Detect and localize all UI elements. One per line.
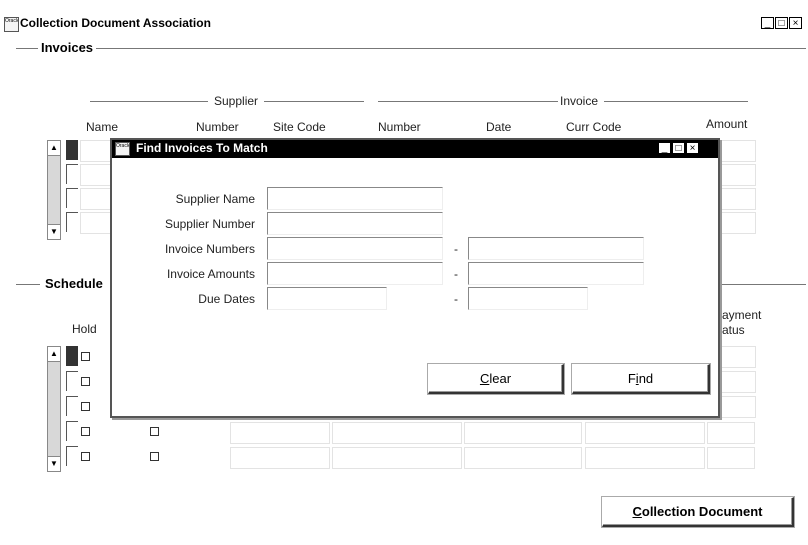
find-button[interactable]: Find <box>572 364 710 394</box>
supplier-name-label: Supplier Name <box>175 192 255 206</box>
supplier-group-line-right <box>264 101 364 102</box>
invoice-name-cell[interactable] <box>80 140 112 162</box>
schedule-cell[interactable] <box>464 422 582 444</box>
schedule-cell[interactable] <box>707 447 755 469</box>
hold-checkbox[interactable] <box>81 352 90 361</box>
schedule-row-selector[interactable] <box>66 346 78 366</box>
hold-checkbox[interactable] <box>81 402 90 411</box>
schedule-cell[interactable] <box>585 422 705 444</box>
supplier-number-input[interactable] <box>267 212 443 235</box>
invoice-amount-cell[interactable] <box>720 212 756 234</box>
schedule-flag-checkbox[interactable] <box>150 427 159 436</box>
col-date: Date <box>486 120 512 134</box>
schedule-cell[interactable] <box>707 422 755 444</box>
supplier-group-line-left <box>90 101 208 102</box>
due-dates-from-input[interactable] <box>267 287 387 310</box>
invoice-amount-cell[interactable] <box>720 140 756 162</box>
supplier-name-input[interactable] <box>267 187 443 210</box>
hold-checkbox[interactable] <box>81 427 90 436</box>
invoice-numbers-from-input[interactable] <box>267 237 443 260</box>
scroll-up-icon[interactable]: ▲ <box>47 140 61 156</box>
schedule-row-selector[interactable] <box>66 371 78 391</box>
payment-status-cell[interactable] <box>720 346 756 368</box>
scroll-down-icon[interactable]: ▼ <box>47 456 61 472</box>
invoice-amount-cell[interactable] <box>720 188 756 210</box>
invoice-row-selector[interactable] <box>66 140 78 160</box>
collection-document-button[interactable]: Collection Document <box>602 497 794 527</box>
invoice-amount-cell[interactable] <box>720 164 756 186</box>
col-site-code: Site Code <box>273 120 326 134</box>
dialog-close-icon[interactable]: × <box>686 142 699 154</box>
dialog-maximize-icon[interactable]: □ <box>672 142 685 154</box>
clear-button[interactable]: Clear <box>428 364 564 394</box>
schedules-section-border-left <box>16 284 40 285</box>
range-separator: - <box>454 292 458 306</box>
schedule-cell[interactable] <box>332 447 462 469</box>
schedule-row-selector[interactable] <box>66 446 78 466</box>
schedules-section-border-right <box>722 284 806 285</box>
invoice-row-selector[interactable] <box>66 212 78 232</box>
hold-checkbox[interactable] <box>81 452 90 461</box>
invoices-section-title: Invoices <box>38 40 97 55</box>
dialog-title: Find Invoices To Match <box>136 141 268 155</box>
find-invoices-dialog: Oracle Find Invoices To Match _ □ × Supp… <box>110 138 720 418</box>
col-name: Name <box>86 120 119 134</box>
col-curr-code: Curr Code <box>566 120 622 134</box>
payment-status-cell[interactable] <box>720 371 756 393</box>
schedule-cell[interactable] <box>332 422 462 444</box>
schedule-cell[interactable] <box>585 447 705 469</box>
window-title: Collection Document Association <box>20 16 211 30</box>
col-invoice-number: Number <box>378 120 421 134</box>
dialog-minimize-icon[interactable]: _ <box>658 142 671 154</box>
schedule-flag-checkbox[interactable] <box>150 452 159 461</box>
range-separator: - <box>454 267 458 281</box>
invoice-row-selector[interactable] <box>66 188 78 208</box>
schedule-cell[interactable] <box>230 422 330 444</box>
supplier-number-label: Supplier Number <box>164 217 255 231</box>
invoice-group-line-right <box>604 101 748 102</box>
col-status: atus <box>722 323 745 337</box>
schedules-scrollbar[interactable] <box>47 346 61 472</box>
range-separator: - <box>454 242 458 256</box>
invoice-group-label: Invoice <box>560 94 599 108</box>
invoice-group-line-left <box>378 101 558 102</box>
invoice-amounts-label: Invoice Amounts <box>166 267 255 281</box>
invoice-name-cell[interactable] <box>80 188 112 210</box>
col-hold: Hold <box>72 322 97 336</box>
invoices-section-border <box>16 48 806 49</box>
invoice-name-cell[interactable] <box>80 212 112 234</box>
minimize-icon[interactable]: _ <box>761 17 774 29</box>
scroll-up-icon[interactable]: ▲ <box>47 346 61 362</box>
col-amount: Amount <box>706 117 748 131</box>
invoice-numbers-label: Invoice Numbers <box>164 242 255 256</box>
invoice-name-cell[interactable] <box>80 164 112 186</box>
close-icon[interactable]: × <box>789 17 802 29</box>
hold-checkbox[interactable] <box>81 377 90 386</box>
maximize-icon[interactable]: □ <box>775 17 788 29</box>
invoice-row-selector[interactable] <box>66 164 78 184</box>
scroll-down-icon[interactable]: ▼ <box>47 224 61 240</box>
schedules-section-title: Schedule <box>42 276 112 291</box>
payment-status-cell[interactable] <box>720 396 756 418</box>
invoice-amounts-to-input[interactable] <box>468 262 644 285</box>
supplier-group-label: Supplier <box>214 94 259 108</box>
col-payment: ayment <box>722 308 762 322</box>
schedule-row-selector[interactable] <box>66 421 78 441</box>
due-dates-label: Due Dates <box>198 292 255 306</box>
schedule-cell[interactable] <box>230 447 330 469</box>
col-supplier-number: Number <box>196 120 239 134</box>
main-window: Oracle Collection Document Association _… <box>0 0 808 545</box>
invoice-numbers-to-input[interactable] <box>468 237 644 260</box>
oracle-app-icon: Oracle <box>4 17 19 32</box>
schedule-row-selector[interactable] <box>66 396 78 416</box>
schedule-cell[interactable] <box>464 447 582 469</box>
due-dates-to-input[interactable] <box>468 287 588 310</box>
oracle-dialog-icon: Oracle <box>115 142 130 156</box>
invoice-amounts-from-input[interactable] <box>267 262 443 285</box>
